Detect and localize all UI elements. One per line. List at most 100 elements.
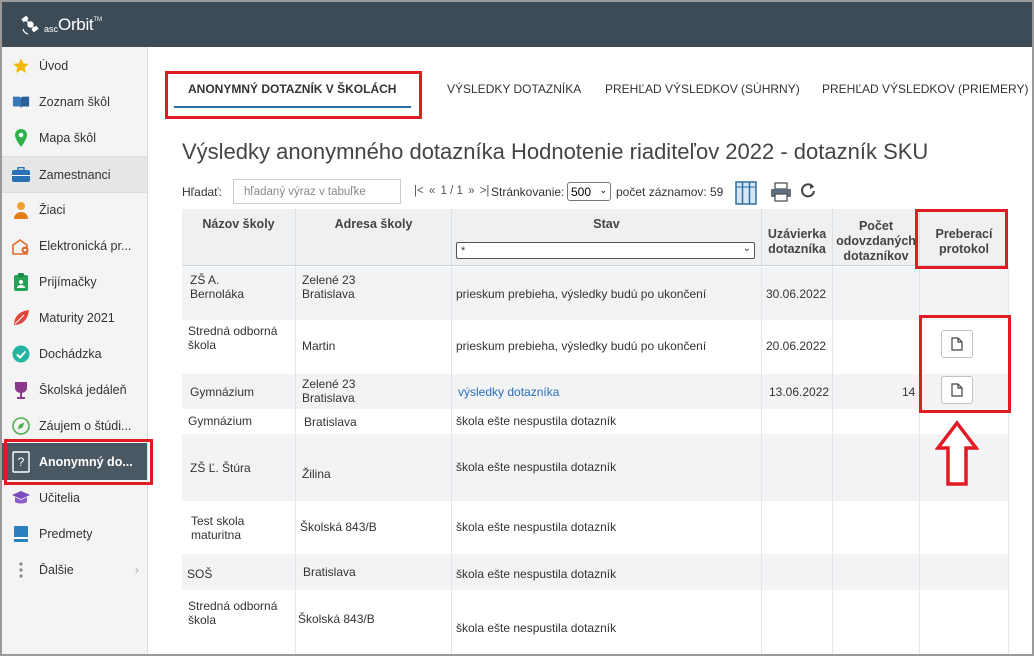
column-header-count-line3: dotazníkov — [843, 249, 909, 263]
cell-address: Školská 843/B — [298, 612, 375, 626]
satellite-icon — [21, 15, 39, 35]
map-pin-icon — [11, 128, 31, 148]
cell-address: Bratislava — [304, 415, 357, 429]
cell-address: Bratislava — [303, 565, 356, 579]
cell-deadline: 30.06.2022 — [766, 287, 827, 301]
pager-next-button[interactable]: » — [468, 185, 474, 197]
sidebar-item-prijimacky[interactable]: Prijímačky — [2, 264, 147, 300]
student-icon — [11, 200, 31, 220]
cell-school-line2: Bernoláka — [190, 287, 245, 301]
cell-school-line1: Test skola — [191, 514, 245, 528]
more-vertical-icon — [11, 560, 31, 580]
cell-address-line2: Bratislava — [302, 391, 355, 405]
cell-address-line1: Zelené 23 — [302, 377, 356, 391]
cell-school: ZŠ Ľ. Štúra — [190, 461, 251, 475]
graduation-cap-icon — [11, 488, 31, 508]
cell-address-line1: Zelené 23 — [302, 273, 356, 287]
sidebar-item-label: Zamestnanci — [39, 168, 111, 182]
cell-school: ZŠ A. Bernoláka — [190, 273, 244, 301]
cell-status: prieskum prebieha, výsledky budú po ukon… — [456, 339, 707, 353]
cell-deadline: 20.06.2022 — [766, 339, 827, 353]
sidebar-item-uvod[interactable]: Úvod — [2, 48, 147, 84]
leaf-icon — [11, 308, 31, 328]
sidebar-item-label: Mapa škôl — [39, 131, 96, 145]
school-gear-icon — [11, 236, 31, 256]
status-filter-select[interactable]: * ⌄ — [456, 242, 755, 259]
print-icon[interactable] — [770, 182, 792, 205]
cell-address: Žilina — [302, 467, 331, 481]
columns-icon[interactable] — [735, 181, 757, 208]
sidebar-item-mapa-skol[interactable]: Mapa škôl — [2, 120, 147, 156]
sidebar-item-label: Dochádzka — [39, 347, 102, 361]
asc-orbit-logo[interactable]: asc Orbit TM — [20, 12, 102, 38]
sidebar-item-zaujem[interactable]: Záujem o štúdi... — [2, 408, 147, 444]
sidebar-item-jedalen[interactable]: Školská jedáleň — [2, 372, 147, 408]
sidebar-item-dalsie[interactable]: Ďalšie › — [2, 552, 147, 588]
sidebar-item-label: Žiaci — [39, 203, 66, 217]
notebook-icon — [11, 524, 31, 544]
cell-school: Gymnázium — [190, 385, 255, 399]
cell-status: škola ešte nespustila dotazník — [456, 414, 617, 428]
cell-address: Zelené 23 Bratislava — [302, 273, 355, 301]
sidebar-item-zamestnanci[interactable]: Zamestnanci — [2, 157, 147, 193]
up-arrow-icon — [935, 420, 979, 486]
tab-vysledky-dotaznika[interactable]: VÝSLEDKY DOTAZNÍKA — [447, 82, 581, 96]
column-header-school[interactable]: Názov školy — [182, 209, 295, 266]
protocol-download-button[interactable] — [941, 330, 973, 358]
sidebar-item-anonymny-dotaznik[interactable]: ? Anonymný do... — [2, 443, 147, 480]
paging-select[interactable]: 500 ⌄ — [567, 182, 611, 201]
cell-school-line2: škola — [188, 338, 217, 352]
protocol-download-button[interactable] — [941, 376, 973, 404]
document-icon — [951, 337, 963, 351]
column-header-count[interactable]: Počet odovzdaných dotazníkov — [832, 209, 919, 266]
column-header-deadline[interactable]: Uzávierka dotazníka — [761, 209, 832, 266]
pager: |< « 1 / 1 » >| — [414, 185, 491, 197]
cell-school: SOŠ — [187, 567, 213, 581]
column-header-address[interactable]: Adresa školy — [295, 209, 451, 266]
chevron-down-icon: ⌄ — [599, 185, 607, 195]
sidebar-item-zoznam-skol[interactable]: Zoznam škôl — [2, 84, 147, 120]
tab-prehlad-suhrny[interactable]: PREHĽAD VÝSLEDKOV (SÚHRNY) — [605, 82, 800, 96]
cell-address-line2: Bratislava — [302, 287, 355, 301]
cell-school-line2: škola — [188, 613, 217, 627]
sidebar-item-ucitelia[interactable]: Učitelia — [2, 480, 147, 516]
results-link[interactable]: výsledky dotazníka — [458, 385, 559, 399]
column-header-protocol-line2: protokol — [939, 241, 989, 256]
search-input[interactable] — [233, 179, 401, 204]
cell-status: škola ešte nespustila dotazník — [456, 520, 617, 534]
pager-pages: 1 / 1 — [440, 185, 463, 197]
sidebar-item-label: Učitelia — [39, 491, 80, 505]
sidebar-item-label: Záujem o štúdi... — [39, 419, 132, 433]
pager-prev-button[interactable]: « — [429, 185, 435, 197]
pager-last-button[interactable]: >| — [480, 185, 490, 197]
tab-prehlad-priemery[interactable]: PREHĽAD VÝSLEDKOV (PRIEMERY) — [822, 82, 1029, 96]
svg-text:?: ? — [18, 455, 25, 469]
page-title: Výsledky anonymného dotazníka Hodnotenie… — [182, 139, 929, 164]
refresh-icon[interactable] — [800, 182, 816, 201]
column-header-count-line1: Počet — [858, 219, 894, 233]
tab-anonymny-dotaznik[interactable]: ANONYMNÝ DOTAZNÍK V ŠKOLÁCH — [188, 82, 396, 96]
cell-status: škola ešte nespustila dotazník — [456, 460, 617, 474]
column-header-deadline-line1: Uzávierka — [767, 226, 827, 241]
cell-school: Gymnázium — [188, 414, 253, 428]
sidebar-item-ziaci[interactable]: Žiaci — [2, 192, 147, 228]
paging-label: Stránkovanie: — [491, 185, 565, 199]
status-filter-value: * — [461, 244, 466, 257]
record-count-label: počet záznamov: — [616, 185, 707, 199]
cell-school: Stredná odborná škola — [188, 324, 277, 352]
sidebar-item-maturity[interactable]: Maturity 2021 — [2, 300, 147, 336]
cell-status: škola ešte nespustila dotazník — [456, 621, 617, 635]
sidebar-item-dochadzka[interactable]: Dochádzka — [2, 336, 147, 372]
clipboard-icon — [11, 272, 31, 292]
cell-address: Zelené 23 Bratislava — [302, 377, 355, 405]
sidebar-item-elektronicka[interactable]: Elektronická pr... — [2, 228, 147, 264]
sidebar-item-label: Úvod — [39, 59, 69, 73]
cell-school-line1: Stredná odborná — [188, 599, 278, 613]
column-header-protocol[interactable]: Preberací protokol — [919, 209, 1008, 266]
cell-status: škola ešte nespustila dotazník — [456, 567, 617, 581]
cell-address: Školská 843/B — [300, 520, 377, 534]
search-label: Hľadať: — [182, 185, 223, 199]
sidebar-item-predmety[interactable]: Predmety — [2, 516, 147, 552]
pager-first-button[interactable]: |< — [414, 185, 424, 197]
sidebar-item-label: Školská jedáleň — [39, 383, 127, 397]
